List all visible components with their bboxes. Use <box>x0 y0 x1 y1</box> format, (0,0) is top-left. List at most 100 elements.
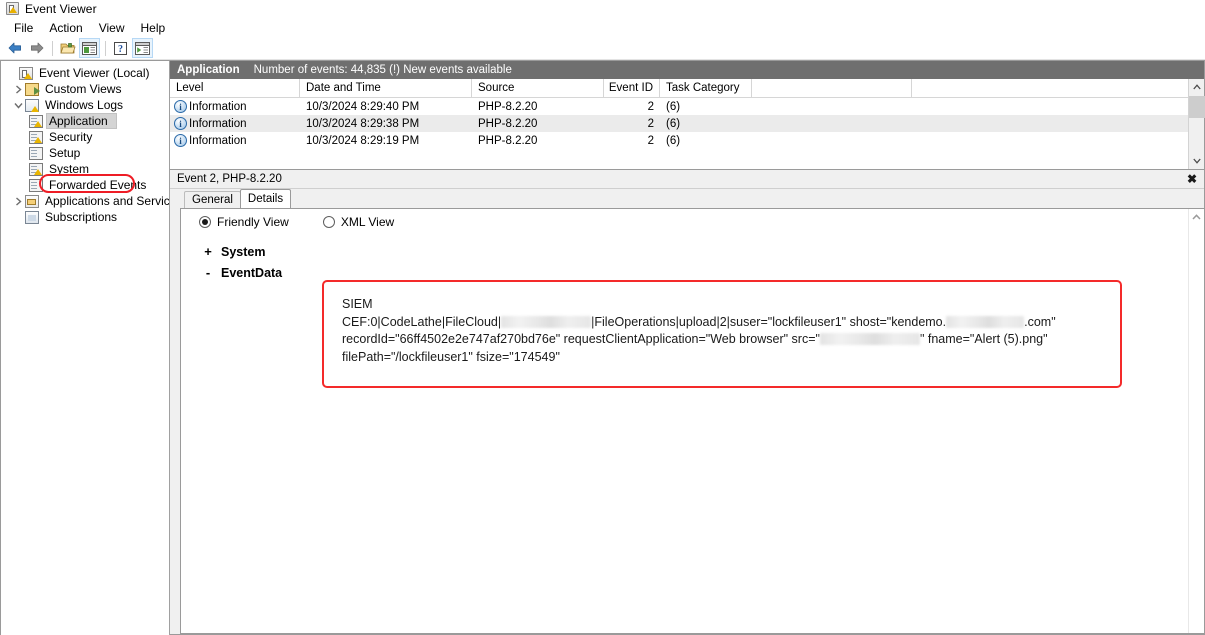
column-header-task-category[interactable]: Task Category <box>660 79 752 97</box>
column-header-level[interactable]: Level <box>170 79 300 97</box>
chevron-right-icon[interactable] <box>11 193 25 209</box>
toolbar: ? <box>0 37 1205 60</box>
menu-view[interactable]: View <box>91 20 133 36</box>
information-icon: i <box>174 100 187 113</box>
help-button[interactable]: ? <box>110 38 131 58</box>
tree-node-application[interactable]: Application <box>1 113 169 129</box>
cef-text: CEF:0|CodeLathe|FileCloud| <box>342 314 502 329</box>
cell-task-category: (6) <box>666 134 681 147</box>
event-list-pane: Application Number of events: 44,835 (!)… <box>170 60 1205 170</box>
node-system-label: System <box>221 244 266 259</box>
details-tab-panel: Friendly View XML View + System - EventD… <box>180 208 1204 634</box>
console-tree[interactable]: Event Viewer (Local) Custom Views Window… <box>0 60 170 635</box>
menu-file[interactable]: File <box>6 20 41 36</box>
tree-node-subscriptions[interactable]: Subscriptions <box>1 209 169 225</box>
show-hide-console-tree-button[interactable] <box>57 38 78 58</box>
radio-xml-view[interactable] <box>322 216 335 228</box>
tab-general[interactable]: General <box>184 191 241 208</box>
radio-friendly-view[interactable] <box>199 216 211 228</box>
event-detail-pane: Event 2, PHP-8.2.20 ✖ General Details Fr… <box>170 170 1205 635</box>
collapse-minus-icon[interactable]: - <box>201 265 215 280</box>
toolbar-separator-2 <box>105 40 106 56</box>
question-mark-icon: ? <box>114 41 127 55</box>
event-list-scrollbar[interactable] <box>1188 79 1205 169</box>
table-row[interactable]: i Information 10/3/2024 8:29:19 PM PHP-8… <box>170 132 1204 149</box>
twisty-placeholder <box>5 65 19 81</box>
forward-button[interactable] <box>26 38 47 58</box>
cef-text: " fname="Alert (5).png" <box>919 332 1048 346</box>
show-hide-action-pane-button[interactable] <box>132 38 153 58</box>
tree-node-custom-views[interactable]: Custom Views <box>1 81 169 97</box>
column-header-event-id[interactable]: Event ID <box>604 79 660 97</box>
tab-details[interactable]: Details <box>239 189 292 208</box>
expand-plus-icon[interactable]: + <box>201 244 215 259</box>
open-folder-icon <box>59 43 76 54</box>
tree-node-security[interactable]: Security <box>1 129 169 145</box>
applications-services-icon <box>25 194 39 208</box>
tree-node-windows-logs[interactable]: Windows Logs <box>1 97 169 113</box>
friendly-view-content: + System - EventData SIEM CEF:0|CodeLath… <box>181 235 1204 633</box>
right-pane: Application Number of events: 44,835 (!)… <box>170 60 1205 635</box>
column-header-date-and-time[interactable]: Date and Time <box>300 79 472 97</box>
back-button[interactable] <box>4 38 25 58</box>
log-icon <box>29 130 43 144</box>
custom-views-icon <box>25 82 40 96</box>
tree-node-setup[interactable]: Setup <box>1 145 169 161</box>
scrollbar-thumb[interactable] <box>1189 96 1205 118</box>
table-row[interactable]: i Information 10/3/2024 8:29:38 PM PHP-8… <box>170 115 1204 132</box>
scroll-up-arrow-icon[interactable] <box>1189 209 1204 225</box>
node-system[interactable]: + System <box>181 241 1204 262</box>
cell-source: PHP-8.2.20 <box>478 134 538 147</box>
tree-node-label: Security <box>49 130 93 144</box>
windows-logs-icon <box>25 98 39 112</box>
view-mode-options: Friendly View XML View <box>181 209 1204 235</box>
subscriptions-icon <box>25 210 39 224</box>
tree-node-label: Event Viewer (Local) <box>39 66 150 80</box>
menu-action[interactable]: Action <box>41 20 90 36</box>
column-header-source[interactable]: Source <box>472 79 604 97</box>
window-title: Event Viewer <box>25 1 97 16</box>
event-viewer-icon <box>6 2 19 15</box>
log-icon <box>29 162 43 176</box>
tree-node-label: Windows Logs <box>45 98 124 112</box>
tree-node-applications-and-services-logs[interactable]: Applications and Services Lo <box>1 193 169 209</box>
event-viewer-icon <box>19 66 33 80</box>
cef-text: filePath="/lockfileuser1" fsize="174549" <box>342 349 560 364</box>
properties-button[interactable] <box>79 38 100 58</box>
window-properties-icon <box>82 41 97 55</box>
cell-level: i Information <box>170 117 300 130</box>
table-row[interactable]: i Information 10/3/2024 8:29:40 PM PHP-8… <box>170 98 1204 115</box>
redacted-block <box>819 333 920 345</box>
close-icon[interactable]: ✖ <box>1184 171 1200 187</box>
tree-node-event-viewer-local[interactable]: Event Viewer (Local) <box>1 65 169 81</box>
cell-task-category: (6) <box>666 100 681 113</box>
tree-node-system[interactable]: System <box>1 161 169 177</box>
detail-title: Event 2, PHP-8.2.20 <box>177 173 282 185</box>
main-content: Event Viewer (Local) Custom Views Window… <box>0 60 1205 635</box>
svg-text:?: ? <box>118 44 123 55</box>
scroll-down-arrow-icon[interactable] <box>1189 153 1205 169</box>
tree-node-label: Custom Views <box>45 82 122 96</box>
tree-node-forwarded-events[interactable]: Forwarded Events <box>1 177 169 193</box>
menu-help[interactable]: Help <box>133 20 174 36</box>
event-data-highlight-annotation: SIEM CEF:0|CodeLathe|FileCloud| |FileOper… <box>322 280 1122 388</box>
column-header-filler <box>752 79 912 97</box>
window-action-pane-icon <box>135 41 150 55</box>
cell-task-category: (6) <box>666 117 681 130</box>
chevron-down-icon[interactable] <box>11 97 25 113</box>
cell-datetime: 10/3/2024 8:29:19 PM <box>306 134 420 147</box>
right-arrow-icon <box>30 42 43 54</box>
toolbar-separator-1 <box>52 40 53 56</box>
chevron-right-icon[interactable] <box>11 81 25 97</box>
cef-text: recordId="66ff4502e2e747af270bd76e" requ… <box>342 332 820 346</box>
tree-node-label: Application <box>46 113 117 129</box>
label-friendly-view: Friendly View <box>217 215 289 229</box>
cef-text: |FileOperations|upload|2|suser="lockfile… <box>591 314 947 329</box>
cell-event-id: 2 <box>647 117 654 130</box>
detail-header: Event 2, PHP-8.2.20 ✖ <box>170 170 1204 189</box>
detail-scrollbar[interactable] <box>1188 209 1204 633</box>
event-list-body[interactable]: i Information 10/3/2024 8:29:40 PM PHP-8… <box>170 98 1204 169</box>
scroll-up-arrow-icon[interactable] <box>1189 79 1205 95</box>
left-arrow-icon <box>8 42 21 54</box>
redacted-block <box>946 315 1025 328</box>
